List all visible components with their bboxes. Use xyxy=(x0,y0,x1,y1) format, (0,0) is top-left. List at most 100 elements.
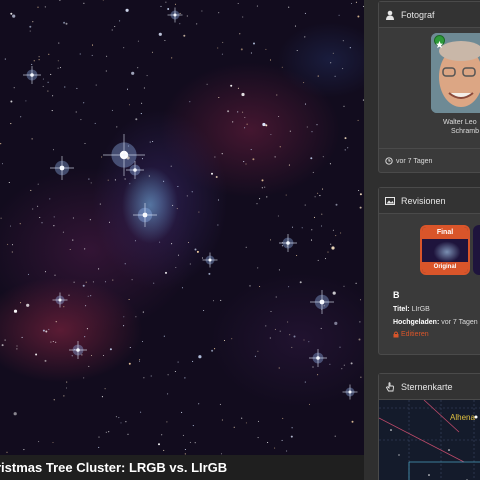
star xyxy=(101,156,103,158)
user-icon xyxy=(386,10,394,20)
clock-icon xyxy=(385,157,393,165)
star xyxy=(52,95,54,97)
star xyxy=(37,205,39,207)
star xyxy=(42,78,44,80)
star xyxy=(242,16,244,18)
upload-time: vor 7 Tagen xyxy=(396,157,433,165)
star xyxy=(98,268,100,270)
star xyxy=(342,68,344,70)
star xyxy=(32,21,34,23)
star xyxy=(13,87,15,89)
star xyxy=(80,119,82,121)
star xyxy=(270,310,272,313)
revision-uploaded-value: vor 7 Tagen xyxy=(441,319,478,326)
star xyxy=(177,254,180,256)
star xyxy=(26,303,30,307)
star xyxy=(108,221,111,223)
star xyxy=(83,2,85,4)
star xyxy=(294,25,297,27)
star xyxy=(4,339,6,341)
star xyxy=(111,109,113,111)
star xyxy=(134,240,137,242)
star xyxy=(108,431,110,433)
star xyxy=(332,52,334,54)
revisions-card-header: Revisionen xyxy=(379,188,480,214)
photographer-name-1[interactable]: Walter Leo xyxy=(443,119,477,126)
star xyxy=(84,142,86,145)
star xyxy=(317,192,319,194)
star xyxy=(27,273,30,275)
star xyxy=(359,299,362,301)
star xyxy=(83,102,85,104)
star xyxy=(211,172,213,175)
revision-title-row: Titel: LIrGB xyxy=(393,306,430,313)
star xyxy=(107,179,109,181)
star xyxy=(102,354,105,357)
star xyxy=(331,246,335,250)
star xyxy=(181,411,183,413)
thumb-final-label: Final xyxy=(422,227,468,239)
star xyxy=(127,433,129,435)
star xyxy=(196,23,198,25)
star xyxy=(286,450,288,452)
photographer-name-2[interactable]: Schramb xyxy=(451,128,479,135)
star xyxy=(329,363,331,365)
star xyxy=(0,143,2,145)
star xyxy=(290,435,293,438)
star xyxy=(16,345,18,347)
star xyxy=(53,225,55,227)
star xyxy=(106,55,108,57)
star xyxy=(87,295,89,297)
astrophoto[interactable] xyxy=(0,0,364,455)
star xyxy=(141,340,144,343)
star xyxy=(291,427,293,429)
star xyxy=(330,62,332,64)
star xyxy=(296,49,298,52)
star xyxy=(296,254,298,257)
thumb-original-label: Original xyxy=(422,262,468,273)
revision-edit-link[interactable]: Editieren xyxy=(393,331,429,338)
star xyxy=(37,183,39,185)
star xyxy=(320,225,323,227)
star xyxy=(151,51,154,53)
star xyxy=(84,336,86,338)
star xyxy=(19,223,21,225)
revision-thumb-next[interactable] xyxy=(473,225,480,275)
star xyxy=(152,140,154,143)
star xyxy=(59,67,62,69)
star xyxy=(332,229,334,231)
star xyxy=(201,257,204,259)
photographer-card: Fotograf Walter Leo Schramb vor 7 Tagen xyxy=(378,1,480,173)
photographer-card-header: Fotograf xyxy=(379,2,480,28)
star xyxy=(140,411,142,413)
star xyxy=(237,111,239,113)
star xyxy=(143,87,145,89)
star xyxy=(252,158,255,161)
star xyxy=(287,321,289,323)
star xyxy=(165,1,167,3)
star xyxy=(42,329,45,332)
star xyxy=(355,1,357,3)
edit-label: Editieren xyxy=(401,331,429,338)
star xyxy=(335,235,337,237)
bright-star xyxy=(133,203,157,227)
star xyxy=(31,138,33,140)
skymap-chart[interactable]: Alhena xyxy=(379,400,480,480)
image-icon xyxy=(385,196,395,205)
star xyxy=(47,81,49,83)
star xyxy=(149,141,151,143)
star xyxy=(186,195,188,197)
star xyxy=(269,239,272,241)
star xyxy=(90,295,92,297)
star xyxy=(174,370,176,373)
star xyxy=(227,110,230,113)
star xyxy=(357,15,360,18)
star xyxy=(278,115,280,118)
star xyxy=(166,421,168,423)
star xyxy=(304,36,306,38)
star xyxy=(316,124,318,126)
star xyxy=(177,361,179,363)
star xyxy=(350,362,353,365)
star xyxy=(161,434,163,436)
revision-thumb-final[interactable]: Final Original xyxy=(420,225,470,275)
